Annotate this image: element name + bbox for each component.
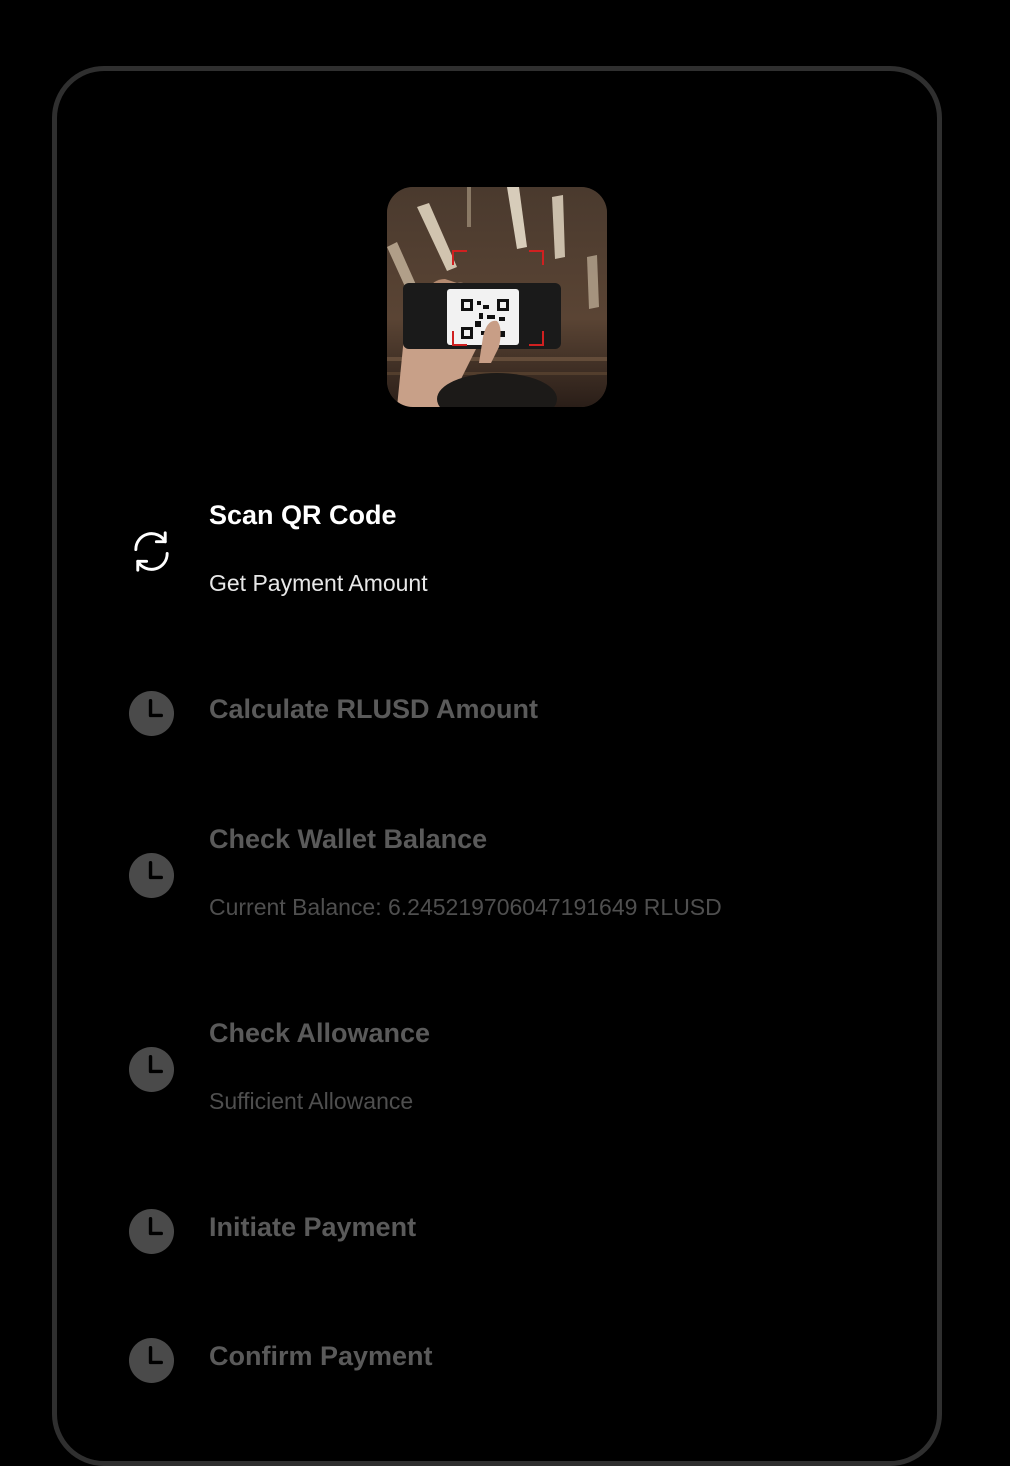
step-title: Check Wallet Balance: [209, 824, 488, 854]
clock-icon: [128, 852, 175, 899]
step-title: Initiate Payment: [209, 1212, 417, 1242]
step-title: Confirm Payment: [209, 1341, 433, 1371]
qr-scanner-camera-preview[interactable]: [387, 187, 607, 407]
clock-icon: [128, 1046, 175, 1093]
step-title: Calculate RLUSD Amount: [209, 694, 539, 724]
allowance-status-text: Sufficient Allowance: [209, 1088, 414, 1114]
wallet-balance-text: Current Balance: 6.245219706047191649 RL…: [209, 894, 722, 920]
clock-icon: [128, 1337, 175, 1384]
clock-icon: [128, 690, 175, 737]
step-title: Check Allowance: [209, 1018, 431, 1048]
step-subtitle: Get Payment Amount: [209, 570, 428, 596]
step-title: Scan QR Code: [209, 500, 397, 530]
clock-icon: [128, 1208, 175, 1255]
refresh-icon: [128, 528, 175, 575]
camera-qr-preview-image: [387, 187, 607, 407]
